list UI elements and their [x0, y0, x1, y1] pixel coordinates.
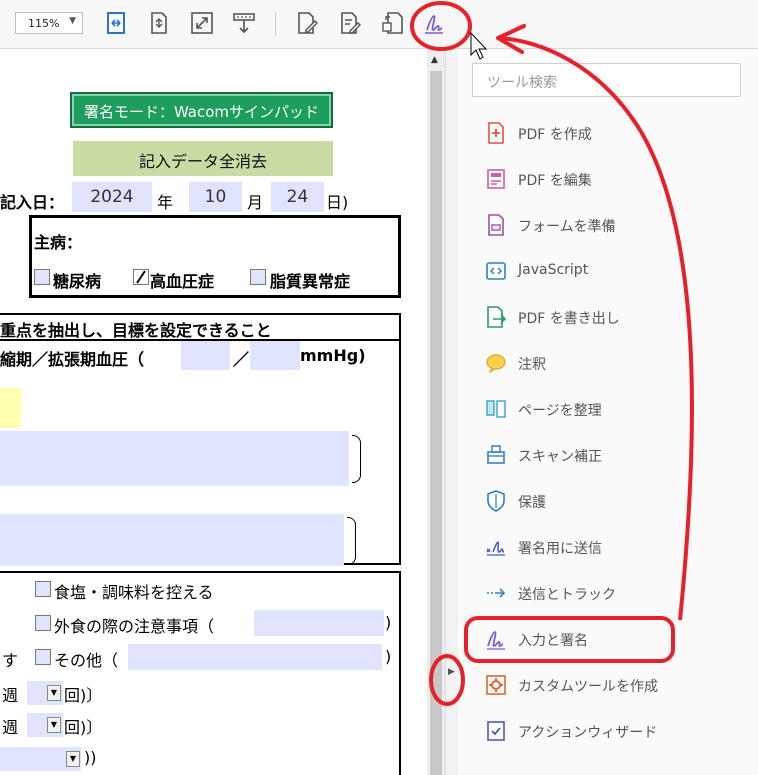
dyslipidemia-checkbox[interactable] [250, 269, 266, 285]
panel-collapse-gutter[interactable]: ▶ [445, 49, 459, 775]
bracket-right [347, 517, 356, 565]
tool-protect[interactable]: 保護 [480, 486, 750, 516]
tool-export-pdf[interactable]: PDF を書き出し [480, 302, 750, 332]
check-mark-icon [136, 270, 146, 284]
fit-width-icon[interactable] [146, 10, 172, 38]
tool-edit-pdf[interactable]: PDF を編集 [480, 164, 750, 194]
chevron-down-icon[interactable]: ▼ [47, 717, 61, 733]
scan-enhance-icon [484, 443, 508, 467]
other-prefix: す [2, 651, 19, 670]
tool-javascript[interactable]: JavaScript [480, 256, 750, 286]
edit-text-icon[interactable] [337, 10, 363, 38]
eating-out-label: 外食の際の注意事項（ [54, 617, 215, 636]
tool-comment[interactable]: 注釈 [480, 348, 750, 378]
year-field[interactable]: 2024 [72, 182, 152, 212]
prepare-form-icon [484, 213, 508, 237]
collapse-panel-icon[interactable]: ▶ [448, 667, 455, 677]
edit-pdf-icon [484, 167, 508, 191]
tool-create-pdf[interactable]: PDF を作成 [480, 118, 750, 148]
send-for-signature-icon [484, 535, 508, 559]
document-view: 署名モード：Wacomサインパッド 記入データ全消去 記入日： 2024 年 1… [0, 49, 427, 775]
read-mode-icon[interactable] [231, 10, 257, 38]
export-icon[interactable] [380, 10, 406, 38]
tool-search-input[interactable]: ツール検索 [472, 63, 741, 97]
chevron-down-icon[interactable]: ▼ [47, 685, 61, 701]
hypertension-checkbox[interactable] [133, 269, 149, 285]
create-pdf-icon [484, 121, 508, 145]
comment-icon [484, 351, 508, 375]
javascript-icon [484, 259, 508, 283]
tool-send-track[interactable]: 送信とトラック [480, 578, 750, 608]
fullscreen-icon[interactable] [189, 10, 215, 38]
month-label: 月 [247, 193, 264, 212]
goal-heading: 重点を抽出し、目標を設定できること [0, 321, 272, 340]
eating-out-field[interactable] [254, 610, 384, 636]
chevron-down-icon[interactable]: ▼ [66, 751, 80, 767]
dyslipidemia-label: 脂質異常症 [270, 272, 351, 291]
week-label: 週 [2, 718, 19, 737]
export-pdf-icon [484, 305, 508, 329]
tool-custom-tool[interactable]: カスタムツールを作成 [480, 670, 750, 700]
times-label: 回)〕 [64, 718, 103, 737]
top-toolbar: 115% ▼ [0, 0, 758, 49]
other-label: その他（ [54, 651, 119, 670]
salt-label: 食塩・調味料を控える [54, 583, 214, 602]
custom-tool-icon [484, 673, 508, 697]
scroll-up-icon[interactable]: ▲ [431, 55, 438, 65]
tool-action-wizard[interactable]: アクションウィザード [480, 716, 750, 746]
fill-sign-icon [484, 627, 508, 651]
tool-scan-enhance[interactable]: スキャン補正 [480, 440, 750, 470]
other-checkbox[interactable] [35, 649, 51, 665]
edit-form-icon[interactable] [294, 10, 320, 38]
bp-label: 縮期／拡張期血圧（ [0, 350, 145, 369]
diabetes-label: 糖尿病 [53, 272, 102, 291]
goal-text-field-2[interactable] [0, 514, 344, 566]
day-label: 日) [326, 193, 349, 212]
salt-checkbox[interactable] [35, 581, 51, 597]
last-close: )) [84, 748, 97, 767]
main-disease-label: 主病： [34, 233, 83, 252]
organize-pages-icon [484, 397, 508, 421]
tool-fill-sign[interactable]: 入力と署名 [480, 624, 750, 654]
zoom-value: 115% [28, 17, 60, 30]
toolbar-divider [275, 12, 276, 36]
diastolic-field[interactable] [250, 341, 300, 370]
fit-page-icon[interactable] [103, 10, 129, 38]
scrollbar-thumb[interactable] [430, 71, 442, 775]
systolic-field[interactable] [181, 341, 230, 370]
eating-out-checkbox[interactable] [35, 615, 51, 631]
tool-send-for-signature[interactable]: 署名用に送信 [480, 532, 750, 562]
fill-sign-icon[interactable] [421, 10, 447, 38]
chevron-down-icon: ▼ [69, 16, 76, 26]
highlight-field[interactable] [0, 388, 21, 428]
other-field[interactable] [128, 644, 382, 670]
close-paren: ) [385, 613, 392, 632]
send-track-icon [484, 581, 508, 605]
bracket-right [352, 435, 361, 483]
zoom-select[interactable]: 115% ▼ [15, 12, 83, 34]
year-label: 年 [157, 193, 174, 212]
diabetes-checkbox[interactable] [34, 269, 50, 285]
hypertension-label: 高血圧症 [150, 272, 215, 291]
close-paren: ) [385, 647, 392, 666]
times-label: 回)〕 [64, 686, 103, 705]
tools-panel: ツール検索 PDF を作成 PDF を編集 フォームを準備 JavaScript… [458, 49, 758, 775]
day-field[interactable]: 24 [271, 182, 324, 212]
month-field[interactable]: 10 [189, 182, 242, 212]
tool-prepare-form[interactable]: フォームを準備 [480, 210, 750, 240]
bp-slash: ／ [233, 350, 250, 369]
goal-text-field-1[interactable] [0, 431, 349, 486]
bp-unit: mmHg) [300, 346, 366, 365]
clear-all-button[interactable]: 記入データ全消去 [73, 141, 333, 176]
action-wizard-icon [484, 719, 508, 743]
entry-date-label: 記入日： [0, 193, 65, 212]
sign-mode-button[interactable]: 署名モード：Wacomサインパッド [70, 92, 333, 128]
vertical-scrollbar[interactable]: ▲ [427, 49, 445, 775]
tool-organize-pages[interactable]: ページを整理 [480, 394, 750, 424]
week-label: 週 [2, 686, 19, 705]
protect-icon [484, 489, 508, 513]
